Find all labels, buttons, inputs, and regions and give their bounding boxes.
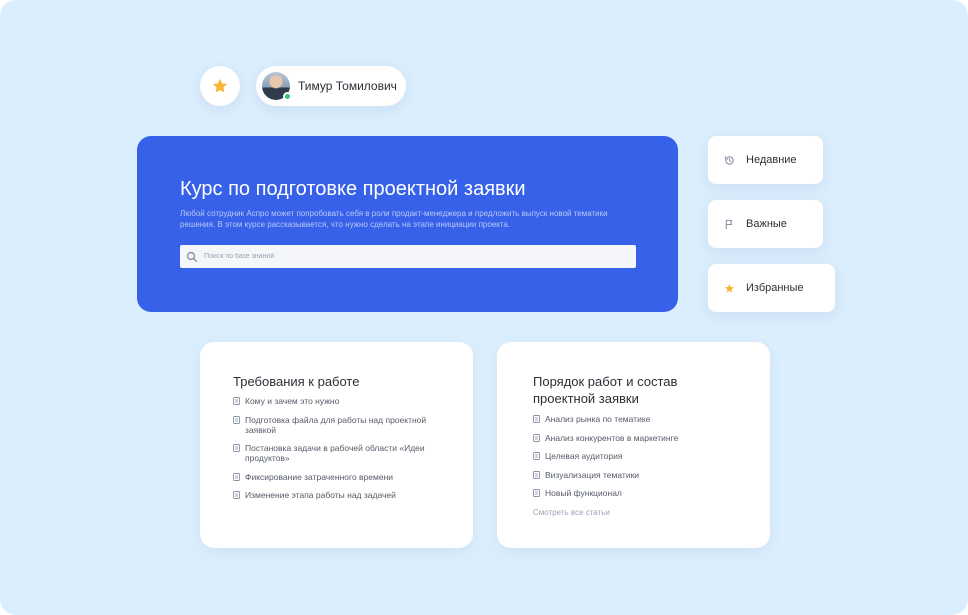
article-title: Фиксирование затраченного времени: [245, 471, 394, 482]
search-icon: [186, 251, 198, 262]
menu-favorites[interactable]: Избранные: [708, 264, 835, 312]
article-title: Целевая аудитория: [545, 451, 623, 461]
favorites-button[interactable]: [200, 66, 240, 106]
article-title: Новый функционал: [545, 488, 622, 498]
star-icon: [725, 283, 734, 292]
article-list: Анализ рынка по тематике Анализ конкурен…: [533, 414, 753, 507]
article-title: Изменение этапа работы над задачей: [245, 490, 396, 500]
article-link[interactable]: Подготовка файла для работы над проектно…: [233, 415, 453, 435]
course-description: Любой сотрудник Аспро может попробовать …: [180, 209, 608, 229]
section-title: Порядок работ и состав проектной заявки: [533, 374, 678, 406]
menu-important[interactable]: Важные: [708, 200, 823, 248]
document-icon: [533, 470, 540, 479]
search-input[interactable]: [204, 253, 624, 260]
document-icon: [233, 444, 240, 452]
document-icon: [533, 433, 540, 442]
menu-recent-label: Недавние: [746, 154, 797, 166]
course-hero: Курс по подготовке проектной заявки Любо…: [137, 136, 678, 312]
star-icon: [212, 78, 228, 93]
document-icon: [533, 489, 540, 497]
course-title: Курс по подготовке проектной заявки: [180, 178, 526, 200]
article-link[interactable]: Фиксирование затраченного времени: [233, 472, 453, 482]
section-title: Требования к работе: [233, 374, 360, 389]
knowledge-search[interactable]: [180, 245, 636, 268]
article-title: Визуализация тематики: [545, 469, 640, 480]
article-link[interactable]: Анализ конкурентов в маркетинге: [533, 433, 753, 443]
article-title: Анализ рынка по тематике: [545, 414, 651, 424]
user-profile-button[interactable]: Тимур Томилович: [256, 66, 406, 106]
see-all-articles-link[interactable]: Смотреть все статьи: [533, 508, 610, 517]
article-link[interactable]: Новый функционал: [533, 488, 753, 498]
document-icon: [533, 415, 540, 423]
article-link[interactable]: Целевая аудитория: [533, 451, 753, 461]
article-title: Постановка задачи в рабочей области «Иде…: [245, 443, 425, 463]
flag-icon: [725, 219, 733, 229]
online-status-indicator: [283, 92, 292, 101]
avatar: [262, 72, 292, 101]
article-list: Кому и зачем это нужно Подготовка файла …: [233, 396, 453, 509]
article-link[interactable]: Изменение этапа работы над задачей: [233, 490, 453, 500]
menu-recent[interactable]: Недавние: [708, 136, 823, 184]
article-title: Анализ конкурентов в маркетинге: [545, 432, 679, 443]
section-card-requirements: Требования к работе Кому и зачем это нуж…: [200, 342, 473, 548]
history-icon: [724, 155, 734, 165]
document-icon: [233, 472, 240, 481]
article-link[interactable]: Анализ рынка по тематике: [533, 414, 753, 424]
menu-favorites-label: Избранные: [746, 282, 804, 294]
article-title: Кому и зачем это нужно: [245, 396, 340, 406]
document-icon: [533, 452, 540, 460]
menu-important-label: Важные: [746, 218, 787, 230]
article-link[interactable]: Визуализация тематики: [533, 470, 753, 480]
document-icon: [233, 397, 240, 405]
user-name: Тимур Томилович: [298, 79, 397, 93]
article-link[interactable]: Постановка задачи в рабочей области «Иде…: [233, 443, 453, 463]
document-icon: [233, 491, 240, 499]
document-icon: [233, 415, 240, 424]
page-canvas: Тимур Томилович Курс по подготовке проек…: [0, 0, 968, 615]
article-title: Подготовка файла для работы над проектно…: [245, 414, 427, 435]
article-link[interactable]: Кому и зачем это нужно: [233, 396, 453, 406]
section-card-workflow: Порядок работ и состав проектной заявки …: [497, 342, 770, 548]
